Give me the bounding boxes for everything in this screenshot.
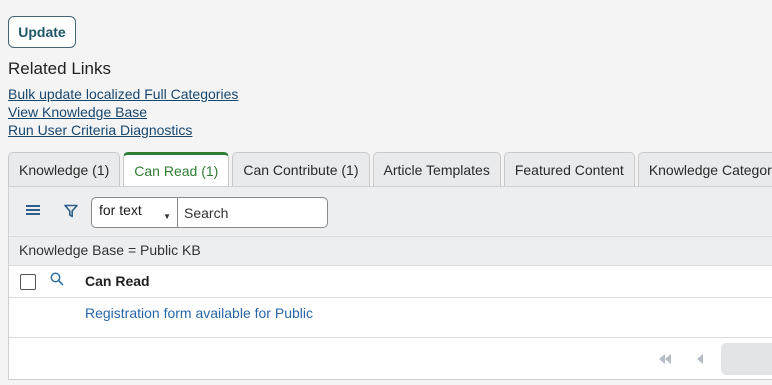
tab-knowledge-categories[interactable]: Knowledge Categories (637, 152, 772, 186)
search-input[interactable] (177, 197, 328, 228)
column-search-icon[interactable] (50, 272, 64, 291)
pagination (9, 338, 772, 380)
chevron-down-icon: ▼ (163, 212, 171, 221)
breadcrumb: Knowledge Base = Public KB (9, 236, 772, 266)
tab-knowledge[interactable]: Knowledge (1) (8, 152, 121, 186)
table-row: Registration form available for Public (9, 298, 772, 338)
related-links-list: Bulk update localized Full Categories Vi… (8, 85, 238, 139)
tab-article-templates[interactable]: Article Templates (372, 152, 501, 186)
update-button[interactable]: Update (8, 16, 76, 48)
tab-featured-content[interactable]: Featured Content (503, 152, 635, 186)
run-user-criteria-diagnostics-link[interactable]: Run User Criteria Diagnostics (8, 121, 238, 139)
related-list-tabs: Knowledge (1) Can Read (1) Can Contribut… (8, 152, 772, 186)
page-number-field[interactable] (721, 343, 772, 375)
filter-icon[interactable] (64, 204, 78, 218)
row-link[interactable]: Registration form available for Public (85, 305, 313, 321)
tab-can-read[interactable]: Can Read (1) (123, 152, 230, 186)
column-header-can-read[interactable]: Can Read (85, 273, 150, 289)
hamburger-icon[interactable] (26, 204, 40, 216)
related-list-panel: for text ▼ Knowledge Base = Public KB Ca… (8, 186, 772, 380)
first-page-icon[interactable] (657, 352, 673, 370)
breadcrumb-condition[interactable]: Knowledge Base = Public KB (19, 242, 201, 258)
list-toolbar: for text ▼ (9, 187, 772, 236)
bulk-update-link[interactable]: Bulk update localized Full Categories (8, 85, 238, 103)
search-field-select[interactable]: for text ▼ (91, 197, 178, 228)
related-links-heading: Related Links (8, 59, 112, 78)
select-all-checkbox[interactable] (20, 274, 36, 290)
search-field-select-value: for text (99, 202, 142, 218)
previous-page-icon[interactable] (695, 352, 705, 370)
view-knowledge-base-link[interactable]: View Knowledge Base (8, 103, 238, 121)
table-header-row: Can Read (9, 266, 772, 298)
tab-can-contribute[interactable]: Can Contribute (1) (232, 152, 370, 186)
